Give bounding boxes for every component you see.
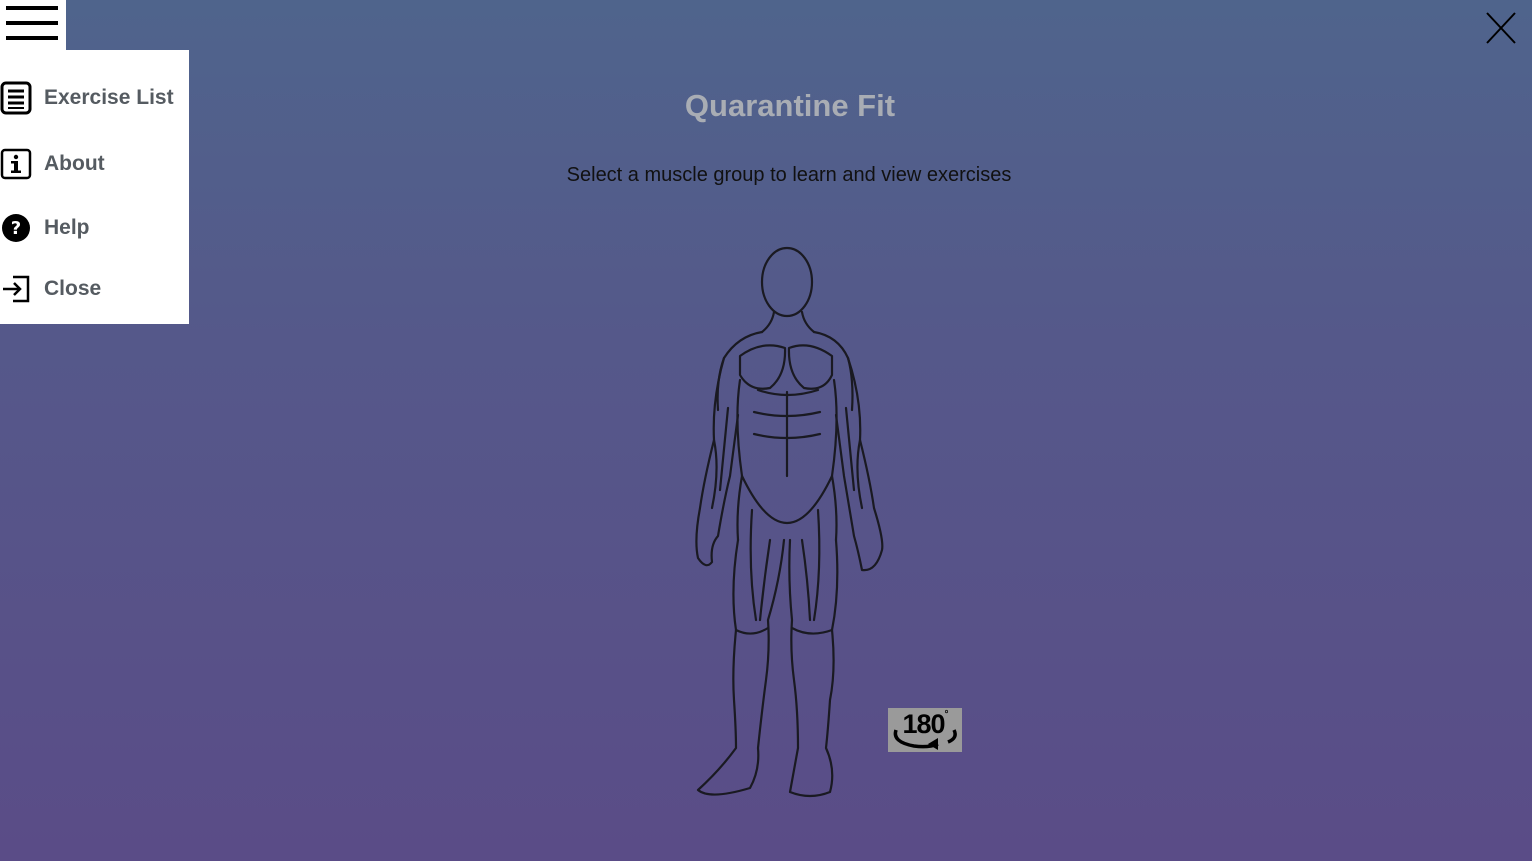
right-thigh-lines [800, 508, 821, 622]
right-leg [788, 538, 839, 798]
menu-item-label: Close [44, 277, 102, 300]
menu-item-help[interactable]: ? Help [0, 206, 189, 250]
abs-region [752, 388, 822, 478]
menu-item-label: About [44, 152, 105, 175]
muscle-map-figure[interactable] [690, 240, 890, 805]
svg-text:?: ? [11, 218, 21, 239]
hip-region [736, 474, 838, 542]
menu-toggle-button[interactable] [0, 0, 66, 50]
menu-item-close[interactable]: Close [0, 267, 189, 311]
help-icon: ? [0, 212, 32, 244]
knee-lines [734, 626, 834, 635]
rotate-icon [893, 729, 957, 750]
close-icon [1486, 12, 1516, 44]
page-subtitle: Select a muscle group to learn and view … [566, 164, 1012, 186]
page-title: Quarantine Fit [684, 88, 896, 123]
list-icon [0, 81, 32, 115]
close-button[interactable] [1480, 6, 1520, 46]
rotate-180-button[interactable]: 180° [888, 708, 962, 752]
chest-region [738, 344, 787, 390]
side-menu: Exercise List About ? Help Close [0, 50, 189, 324]
menu-item-exercise-list[interactable]: Exercise List [0, 76, 189, 120]
menu-item-about[interactable]: About [0, 142, 189, 186]
chest-region [787, 344, 834, 390]
left-leg [696, 538, 786, 796]
menu-item-label: Help [44, 216, 90, 239]
exit-icon [0, 273, 32, 305]
menu-item-label: Exercise List [44, 86, 174, 109]
info-icon [0, 148, 32, 180]
left-thigh-lines [749, 508, 772, 622]
head-region [760, 246, 814, 318]
right-arm [834, 356, 884, 572]
